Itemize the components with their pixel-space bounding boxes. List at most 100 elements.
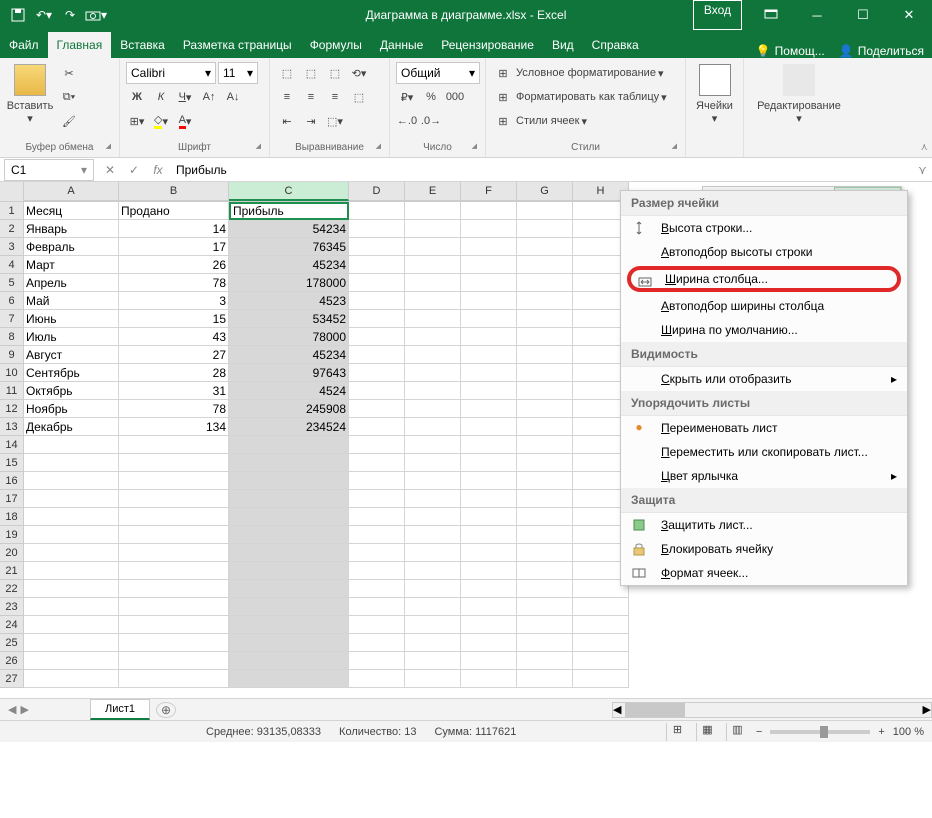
- cell[interactable]: [119, 490, 229, 508]
- cell[interactable]: [24, 436, 119, 454]
- row-header-27[interactable]: 27: [0, 670, 24, 688]
- cell[interactable]: 178000: [229, 274, 349, 292]
- cell[interactable]: [405, 202, 461, 220]
- cell-styles-button[interactable]: ⊞Стили ячеек▾: [492, 110, 667, 132]
- cell[interactable]: 134: [119, 418, 229, 436]
- cell[interactable]: [461, 400, 517, 418]
- cell[interactable]: [24, 508, 119, 526]
- cell[interactable]: [517, 580, 573, 598]
- cell[interactable]: [517, 202, 573, 220]
- cell[interactable]: [349, 364, 405, 382]
- cell[interactable]: [517, 526, 573, 544]
- cell[interactable]: 4524: [229, 382, 349, 400]
- cell[interactable]: [349, 292, 405, 310]
- underline-button[interactable]: Ч▾: [174, 86, 196, 108]
- cell[interactable]: [517, 310, 573, 328]
- cell[interactable]: 45234: [229, 346, 349, 364]
- row-header-6[interactable]: 6: [0, 292, 24, 310]
- col-header-C[interactable]: C: [229, 182, 349, 201]
- cell[interactable]: [405, 274, 461, 292]
- cell[interactable]: [461, 238, 517, 256]
- row-header-4[interactable]: 4: [0, 256, 24, 274]
- select-all-corner[interactable]: [0, 182, 24, 202]
- cell[interactable]: [229, 562, 349, 580]
- cell[interactable]: [349, 310, 405, 328]
- cell[interactable]: [229, 580, 349, 598]
- cell[interactable]: [461, 364, 517, 382]
- fill-color-button[interactable]: ◇▾: [150, 110, 172, 132]
- wrap-text-button[interactable]: ⬚: [348, 86, 370, 108]
- col-header-E[interactable]: E: [405, 182, 461, 201]
- cell[interactable]: [349, 652, 405, 670]
- horizontal-scrollbar[interactable]: ◀▶: [612, 702, 932, 718]
- cell[interactable]: [405, 490, 461, 508]
- cell[interactable]: [405, 220, 461, 238]
- currency-button[interactable]: ₽▾: [396, 86, 418, 108]
- cell[interactable]: 17: [119, 238, 229, 256]
- cell[interactable]: [349, 526, 405, 544]
- cell[interactable]: [405, 292, 461, 310]
- cell[interactable]: [119, 544, 229, 562]
- cell[interactable]: [517, 652, 573, 670]
- cell[interactable]: [517, 256, 573, 274]
- cell[interactable]: 27: [119, 346, 229, 364]
- row-header-2[interactable]: 2: [0, 220, 24, 238]
- cell[interactable]: [405, 364, 461, 382]
- minimize-button[interactable]: ─: [794, 0, 840, 30]
- cell[interactable]: [24, 562, 119, 580]
- cell[interactable]: [24, 526, 119, 544]
- cell[interactable]: [349, 202, 405, 220]
- cell[interactable]: [349, 508, 405, 526]
- cell[interactable]: Месяц: [24, 202, 119, 220]
- cell[interactable]: [349, 544, 405, 562]
- cell[interactable]: [461, 256, 517, 274]
- menu-item-column-width[interactable]: Ширина столбца...: [627, 266, 901, 292]
- cell[interactable]: [517, 274, 573, 292]
- cell[interactable]: [573, 616, 629, 634]
- row-header-24[interactable]: 24: [0, 616, 24, 634]
- italic-button[interactable]: К: [150, 86, 172, 108]
- cell[interactable]: [461, 508, 517, 526]
- tab-данные[interactable]: Данные: [371, 32, 432, 58]
- zoom-out-button[interactable]: −: [756, 726, 762, 738]
- cell[interactable]: [405, 634, 461, 652]
- cell[interactable]: [229, 526, 349, 544]
- format-painter-button[interactable]: 🖌: [58, 110, 80, 132]
- cell[interactable]: [461, 562, 517, 580]
- cell[interactable]: [461, 652, 517, 670]
- close-button[interactable]: ✕: [886, 0, 932, 30]
- redo-button[interactable]: ↷: [58, 2, 82, 28]
- cell[interactable]: [229, 598, 349, 616]
- cell[interactable]: [119, 508, 229, 526]
- cell[interactable]: [24, 454, 119, 472]
- cell[interactable]: [24, 670, 119, 688]
- normal-view-button[interactable]: ⊞: [666, 723, 688, 741]
- cell[interactable]: [517, 490, 573, 508]
- fx-button[interactable]: fx: [146, 163, 170, 177]
- cell[interactable]: [517, 238, 573, 256]
- expand-formula-button[interactable]: ⋎: [918, 163, 932, 177]
- cells-button[interactable]: Ячейки▾: [692, 62, 737, 140]
- align-right-button[interactable]: ≡: [324, 86, 346, 108]
- cell[interactable]: [517, 508, 573, 526]
- row-header-25[interactable]: 25: [0, 634, 24, 652]
- cell[interactable]: [405, 256, 461, 274]
- row-header-21[interactable]: 21: [0, 562, 24, 580]
- cell[interactable]: 43: [119, 328, 229, 346]
- menu-item[interactable]: ●Переименовать лист: [621, 416, 907, 440]
- cell[interactable]: [405, 472, 461, 490]
- enter-icon[interactable]: ✓: [122, 163, 146, 177]
- cell[interactable]: [405, 580, 461, 598]
- cell[interactable]: [24, 490, 119, 508]
- cell[interactable]: [24, 634, 119, 652]
- cell[interactable]: [349, 634, 405, 652]
- cell[interactable]: [119, 598, 229, 616]
- cell[interactable]: [517, 454, 573, 472]
- cell[interactable]: Апрель: [24, 274, 119, 292]
- align-left-button[interactable]: ≡: [276, 86, 298, 108]
- increase-indent-button[interactable]: ⇥: [300, 110, 322, 132]
- cell[interactable]: [461, 418, 517, 436]
- cell[interactable]: [349, 454, 405, 472]
- cell[interactable]: [229, 634, 349, 652]
- col-header-D[interactable]: D: [349, 182, 405, 201]
